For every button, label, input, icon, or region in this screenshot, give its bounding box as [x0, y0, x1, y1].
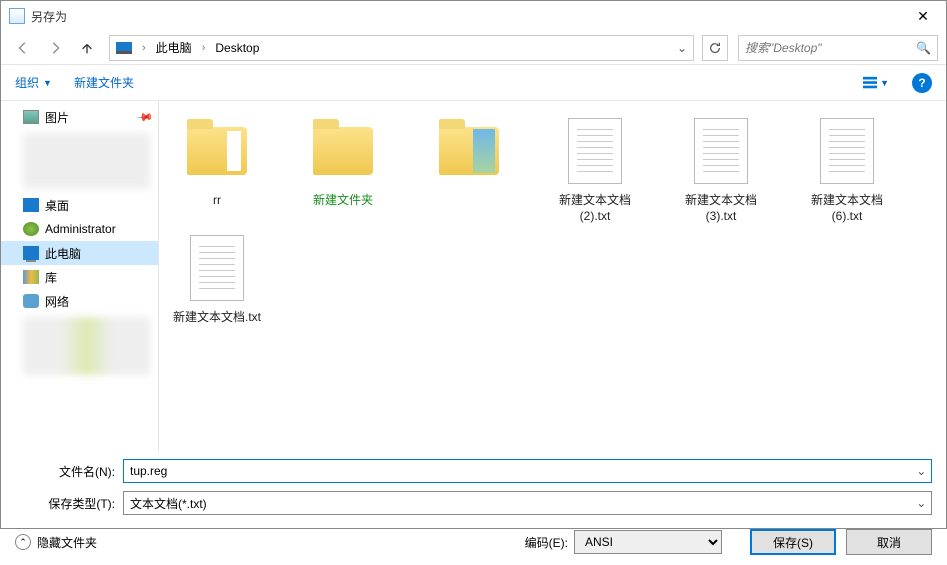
sidebar-network[interactable]: 网络 — [1, 289, 158, 313]
user-icon — [23, 222, 39, 236]
chevron-down-icon: ▼ — [43, 78, 52, 88]
file-name: 新建文件夹 — [313, 193, 373, 209]
sidebar: 图片 📌 桌面 Administrator 此电脑 库 网络 — [1, 101, 159, 451]
search-icon[interactable]: 🔍 — [916, 41, 931, 55]
save-button[interactable]: 保存(S) — [750, 529, 836, 555]
view-button[interactable]: ▼ — [862, 72, 890, 94]
sidebar-item-label: 此电脑 — [45, 245, 81, 262]
file-name: rr — [213, 193, 221, 209]
pin-icon: 📌 — [136, 108, 155, 127]
new-folder-button[interactable]: 新建文件夹 — [74, 74, 134, 91]
file-thumb — [685, 115, 757, 187]
breadcrumb-part[interactable]: Desktop — [211, 41, 263, 55]
sidebar-item-label: 图片 — [45, 109, 69, 126]
file-item[interactable]: 新建文件夹 — [293, 111, 393, 228]
sidebar-thispc[interactable]: 此电脑 — [1, 241, 158, 265]
toolbar: 组织▼ 新建文件夹 ▼ ? — [1, 65, 946, 101]
sidebar-item-label: 库 — [45, 269, 57, 286]
chevron-right-icon: › — [196, 42, 212, 54]
file-thumb — [181, 115, 253, 187]
sidebar-item-label: Administrator — [45, 222, 116, 236]
hide-folders-toggle[interactable]: ⌃ 隐藏文件夹 — [15, 534, 97, 551]
file-list: rr 新建文件夹 新建文本文档 (2).txt 新建文本文档 (3).txt 新建文本文… — [159, 101, 946, 451]
cancel-button[interactable]: 取消 — [846, 529, 932, 555]
filename-dropdown[interactable]: ⌄ — [911, 464, 931, 478]
search-input[interactable] — [745, 41, 916, 55]
file-thumb — [181, 232, 253, 304]
title-bar: 另存为 ✕ — [1, 1, 946, 31]
address-dropdown[interactable]: ⌄ — [673, 41, 691, 55]
filename-label: 文件名(N): — [15, 463, 123, 480]
save-form: 文件名(N): ⌄ 保存类型(T): ⌄ ⌃ 隐藏文件夹 编码(E): ANSI… — [1, 451, 946, 565]
file-thumb — [811, 115, 883, 187]
window-title: 另存为 — [31, 8, 900, 25]
pc-icon — [23, 246, 39, 260]
filetype-field-wrap[interactable]: ⌄ — [123, 491, 932, 515]
file-item[interactable]: 新建文本文档 (2).txt — [545, 111, 645, 228]
blurred-area — [23, 133, 150, 189]
file-item[interactable]: 新建文本文档 (6).txt — [797, 111, 897, 228]
help-button[interactable]: ? — [912, 73, 932, 93]
file-item[interactable]: rr — [167, 111, 267, 228]
file-item[interactable] — [419, 111, 519, 228]
breadcrumb-part[interactable]: 此电脑 — [152, 39, 196, 56]
file-name: 新建文本文档 (6).txt — [801, 193, 893, 224]
refresh-button[interactable] — [702, 35, 728, 61]
file-thumb — [559, 115, 631, 187]
hide-folders-label: 隐藏文件夹 — [37, 534, 97, 551]
search-box[interactable]: 🔍 — [738, 35, 938, 61]
sidebar-item-label: 桌面 — [45, 197, 69, 214]
filename-field-wrap: ⌄ — [123, 459, 932, 483]
close-button[interactable]: ✕ — [900, 1, 946, 31]
file-thumb — [307, 115, 379, 187]
filetype-select[interactable] — [124, 492, 911, 514]
filetype-dropdown[interactable]: ⌄ — [911, 496, 931, 510]
filename-input[interactable] — [124, 460, 911, 482]
filetype-label: 保存类型(T): — [15, 495, 123, 512]
sidebar-item-label: 网络 — [45, 293, 69, 310]
file-name: 新建文本文档 (3).txt — [675, 193, 767, 224]
sidebar-desktop[interactable]: 桌面 — [1, 193, 158, 217]
sidebar-admin[interactable]: Administrator — [1, 217, 158, 241]
file-name: 新建文本文档.txt — [173, 310, 261, 326]
chevron-right-icon: › — [136, 42, 152, 54]
app-icon — [9, 8, 25, 24]
library-icon — [23, 270, 39, 284]
blurred-area — [23, 317, 150, 375]
file-name: 新建文本文档 (2).txt — [549, 193, 641, 224]
sidebar-library[interactable]: 库 — [1, 265, 158, 289]
forward-button[interactable] — [41, 34, 69, 62]
sidebar-pictures[interactable]: 图片 📌 — [1, 105, 158, 129]
pictures-icon — [23, 110, 39, 124]
network-icon — [23, 294, 39, 308]
pc-icon — [116, 42, 132, 54]
encoding-label: 编码(E): — [525, 534, 568, 551]
up-button[interactable] — [73, 34, 101, 62]
nav-bar: › 此电脑 › Desktop ⌄ 🔍 — [1, 31, 946, 65]
chevron-up-icon: ⌃ — [15, 534, 31, 550]
file-thumb — [433, 115, 505, 187]
file-item[interactable]: 新建文本文档.txt — [167, 228, 267, 330]
desktop-icon — [23, 198, 39, 212]
encoding-select[interactable]: ANSI — [574, 530, 722, 554]
back-button[interactable] — [9, 34, 37, 62]
organize-button[interactable]: 组织▼ — [15, 74, 52, 91]
file-item[interactable]: 新建文本文档 (3).txt — [671, 111, 771, 228]
address-bar[interactable]: › 此电脑 › Desktop ⌄ — [109, 35, 694, 61]
